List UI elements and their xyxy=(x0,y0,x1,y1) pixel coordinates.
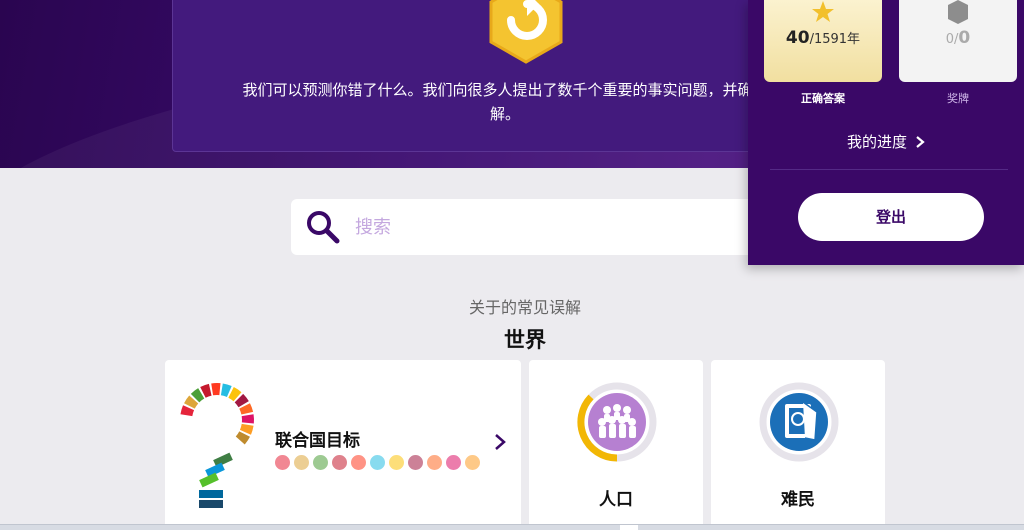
correct-answers-total: /1591年 xyxy=(809,32,861,47)
sdg-goal-icon xyxy=(370,455,385,470)
sdg-question-icon xyxy=(180,383,254,508)
my-progress-label: 我的进度 xyxy=(846,133,907,151)
sdg-goal-icon xyxy=(389,455,404,470)
retry-badge-icon xyxy=(489,0,563,64)
badges-count-prefix: 0/ xyxy=(945,32,959,47)
scrollbar-thumb[interactable] xyxy=(620,525,638,530)
correct-answers-value: 40/1591年 xyxy=(764,28,882,48)
refugee-icon xyxy=(759,382,839,462)
topic-card-refugees[interactable]: 难民 xyxy=(711,360,885,530)
badge-icon xyxy=(948,0,968,24)
sdg-goal-icon xyxy=(427,455,442,470)
sdg-arc-segment xyxy=(211,383,221,396)
search-icon xyxy=(307,211,340,244)
sdg-goal-icon xyxy=(408,455,423,470)
hero-description: 我们可以预测你错了什么。我们向很多人提出了数千个重要的事实问题，并确定 解。 xyxy=(180,78,830,126)
topic-card-population[interactable]: 人口 xyxy=(529,360,703,530)
hero-text-line-2: 解。 xyxy=(489,105,520,123)
sdg-goal-icon xyxy=(294,455,309,470)
sdg-dot-segment xyxy=(199,490,223,498)
correct-answers-label: 正确答案 xyxy=(801,92,845,105)
sdg-goal-icon xyxy=(351,455,366,470)
sdg-goal-dots xyxy=(275,455,480,470)
sdg-goal-icon xyxy=(332,455,347,470)
search-input[interactable] xyxy=(355,216,735,238)
topic-title-population: 人口 xyxy=(599,490,633,510)
correct-answers-count: 40 xyxy=(785,28,810,48)
badges-count: 0 xyxy=(958,28,971,48)
chevron-right-icon xyxy=(916,135,925,148)
topic-title-sdg: 联合国目标 xyxy=(275,431,360,451)
population-icon xyxy=(577,382,657,462)
sdg-goal-icon xyxy=(465,455,480,470)
badges-label: 奖牌 xyxy=(947,92,969,105)
star-icon xyxy=(812,1,834,22)
my-progress-link[interactable]: 我的进度 xyxy=(748,131,1024,152)
section-title: 世界 xyxy=(504,328,546,352)
correct-answers-card: 40/1591年 xyxy=(764,0,882,82)
account-panel: 40/1591年 0/0 正确答案 奖牌 我的进度 登出 xyxy=(748,0,1024,265)
sdg-dot-segment xyxy=(199,500,223,508)
sdg-goal-icon xyxy=(446,455,461,470)
hero-text-line-1: 我们可以预测你错了什么。我们向很多人提出了数千个重要的事实问题，并确定 xyxy=(242,81,768,99)
chevron-right-icon[interactable] xyxy=(493,432,507,452)
section-subtitle: 关于的常见误解 xyxy=(468,298,581,317)
sdg-goal-icon xyxy=(313,455,328,470)
sdg-arc-segment xyxy=(241,414,254,424)
logout-button[interactable]: 登出 xyxy=(798,193,984,241)
badges-value: 0/0 xyxy=(899,28,1017,48)
search-box[interactable] xyxy=(291,199,761,255)
topic-card-sdg[interactable]: 联合国目标 xyxy=(165,360,521,530)
panel-divider xyxy=(770,169,1008,170)
sdg-goal-icon xyxy=(275,455,290,470)
bottom-scrollbar[interactable] xyxy=(0,524,1024,530)
badges-card: 0/0 xyxy=(899,0,1017,82)
topic-title-refugees: 难民 xyxy=(781,490,815,510)
